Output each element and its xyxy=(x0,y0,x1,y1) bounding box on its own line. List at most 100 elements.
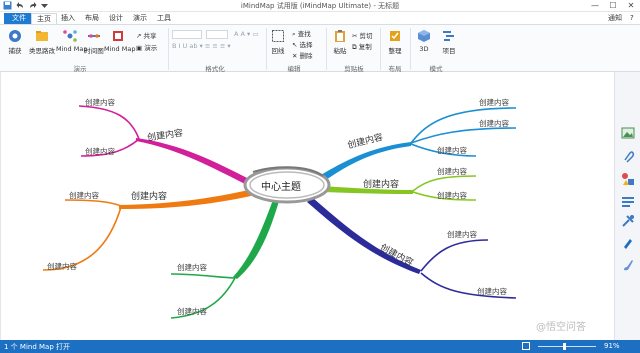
branch-5-sub-2-label[interactable]: 创建内容 xyxy=(437,190,467,201)
cut-label: 剪切 xyxy=(359,32,373,40)
present-button[interactable]: ▣ 演示 xyxy=(136,42,157,52)
branch-2-sub-2-label[interactable]: 创建内容 xyxy=(47,261,77,272)
branch-6-sub-1[interactable] xyxy=(420,239,489,272)
capture-icon xyxy=(9,30,21,42)
help-button[interactable]: ? xyxy=(630,13,634,24)
font-family-select[interactable] xyxy=(172,30,202,39)
font-size-select[interactable] xyxy=(206,30,228,39)
project-label: 项目 xyxy=(442,47,456,55)
mind-map-button[interactable]: Mind Map xyxy=(56,29,88,53)
image-icon[interactable] xyxy=(621,126,635,140)
tidy-button[interactable]: 整理 xyxy=(384,29,406,55)
minimize-button[interactable]: — xyxy=(586,0,604,12)
pen-icon[interactable] xyxy=(621,236,635,250)
branch-3[interactable] xyxy=(233,200,279,279)
close-button[interactable]: ✕ xyxy=(622,0,640,12)
ribbon-toolbar: 捕获 类思路改 Mind Map 时间图 Mind Map ↗ 共享 ▣ 演示 … xyxy=(0,24,640,73)
format-styles-row: B I U ab ▾ ≡ ≡ ≡ ▾ xyxy=(172,42,231,50)
notes-icon[interactable] xyxy=(621,194,635,208)
folder-icon xyxy=(36,31,48,41)
share-button[interactable]: ↗ 共享 xyxy=(136,30,157,40)
mind-map2-label: Mind Map xyxy=(104,45,136,53)
paste-button[interactable]: 粘贴 xyxy=(330,29,350,55)
find-button[interactable]: ⌕ 查找 xyxy=(292,28,311,39)
zoom-slider-handle[interactable] xyxy=(563,343,566,350)
central-topic-label[interactable]: 中心主题 xyxy=(261,178,301,193)
mind-map-svg[interactable] xyxy=(1,72,615,340)
tab-file[interactable]: 文件 xyxy=(4,13,34,24)
cursor-icon: ↖ xyxy=(292,41,300,49)
branch-1-sub-1[interactable] xyxy=(78,105,140,140)
cut-button[interactable]: ✂ 剪切 xyxy=(352,30,373,40)
branch-5-label[interactable]: 创建内容 xyxy=(363,177,399,190)
time-map-label: 时间图 xyxy=(84,47,104,55)
select-button[interactable]: ↖ 选择 xyxy=(292,39,313,49)
branch-6-sub-1-label[interactable]: 创建内容 xyxy=(447,229,477,240)
clipboard-icon xyxy=(335,30,345,42)
branch-2-sub-1-label[interactable]: 创建内容 xyxy=(69,190,99,201)
window-title: iMindMap 试用版 (iMindMap Ultimate) - 无标题 xyxy=(240,2,400,10)
capture-label: 捕获 xyxy=(8,47,22,55)
branch-6-sub-2-label[interactable]: 创建内容 xyxy=(477,286,507,297)
group-divider xyxy=(326,28,327,70)
tab-tools[interactable]: 工具 xyxy=(152,13,176,24)
right-toolbar xyxy=(614,72,640,340)
quick-entry-button[interactable]: 类思路改 xyxy=(28,29,56,55)
branch-1-sub-2-label[interactable]: 创建内容 xyxy=(85,146,115,157)
attachment-icon[interactable] xyxy=(621,150,635,164)
view-3d-button[interactable]: 3D xyxy=(414,29,434,53)
brush-icon[interactable] xyxy=(621,258,635,272)
watermark-text: @悟空问答 xyxy=(536,322,586,333)
branch-4-sub-1-label[interactable]: 创建内容 xyxy=(479,97,509,108)
tab-home[interactable]: 主页 xyxy=(31,13,57,24)
branch-5-sub-1[interactable] xyxy=(412,175,477,192)
branch-4-sub-2[interactable] xyxy=(410,127,517,144)
zoom-slider[interactable] xyxy=(538,346,596,347)
tab-insert[interactable]: 插入 xyxy=(56,13,80,24)
mind-map2-button[interactable]: Mind Map xyxy=(104,29,136,53)
delete-button[interactable]: ✕ 删除 xyxy=(292,50,313,60)
branch-2-label[interactable]: 创建内容 xyxy=(131,189,167,202)
tab-present[interactable]: 演示 xyxy=(128,13,152,24)
present-icon: ▣ xyxy=(136,44,145,52)
mind-map-label: Mind Map xyxy=(56,45,88,53)
maximize-button[interactable]: ☐ xyxy=(604,0,622,12)
find-label: 查找 xyxy=(297,30,311,38)
mind-map-icon xyxy=(63,30,77,42)
app-window: iMindMap 试用版 (iMindMap Ultimate) - 无标题 —… xyxy=(0,0,640,353)
branch-1[interactable] xyxy=(136,138,251,185)
tab-layout[interactable]: 布局 xyxy=(80,13,104,24)
branch-4-sub-2-label[interactable]: 创建内容 xyxy=(479,118,509,129)
share-icon: ↗ xyxy=(136,32,144,40)
branch-5-sub-1-label[interactable]: 创建内容 xyxy=(437,166,467,177)
mind-map-variant-icon xyxy=(113,31,123,41)
menu-tabs: 文件 主页 插入 布局 设计 演示 工具 通知 ? xyxy=(0,12,640,24)
paste-label: 粘贴 xyxy=(333,47,347,55)
branch-4-sub-3-label[interactable]: 创建内容 xyxy=(437,145,467,156)
status-bar: 1 个 Mind Map 打开 91% xyxy=(0,340,640,353)
time-map-button[interactable]: 时间图 xyxy=(84,29,104,55)
branch-1-sub-1-label[interactable]: 创建内容 xyxy=(85,97,115,108)
branch-3-sub-1[interactable] xyxy=(170,273,236,279)
group-divider xyxy=(168,28,169,70)
branch-4[interactable] xyxy=(319,142,411,182)
branch-3-sub-2-label[interactable]: 创建内容 xyxy=(177,306,207,317)
tab-design[interactable]: 设计 xyxy=(104,13,128,24)
capture-button[interactable]: 捕获 xyxy=(5,29,25,55)
mind-map-canvas[interactable]: 中心主题 创建内容 创建内容 创建内容 创建内容 创建内容 创建内容 创建内容 … xyxy=(0,72,614,340)
branch-3-sub-1-label[interactable]: 创建内容 xyxy=(177,262,207,273)
copy-button[interactable]: ⧉ 复制 xyxy=(352,41,372,52)
fit-page-icon[interactable] xyxy=(522,342,530,350)
group-divider xyxy=(380,28,381,70)
tools-icon[interactable] xyxy=(621,214,635,228)
central-theme-button[interactable]: 回线 xyxy=(268,29,288,55)
group-divider xyxy=(266,28,267,70)
group-divider xyxy=(410,28,411,70)
shapes-icon[interactable] xyxy=(621,172,635,186)
status-text: 1 个 Mind Map 打开 xyxy=(4,343,70,351)
tidy-label: 整理 xyxy=(388,47,402,55)
notifications-link[interactable]: 通知 xyxy=(608,13,622,24)
cube-icon xyxy=(418,30,430,42)
quick-entry-label: 类思路改 xyxy=(29,47,55,55)
project-button[interactable]: 项目 xyxy=(438,29,460,55)
